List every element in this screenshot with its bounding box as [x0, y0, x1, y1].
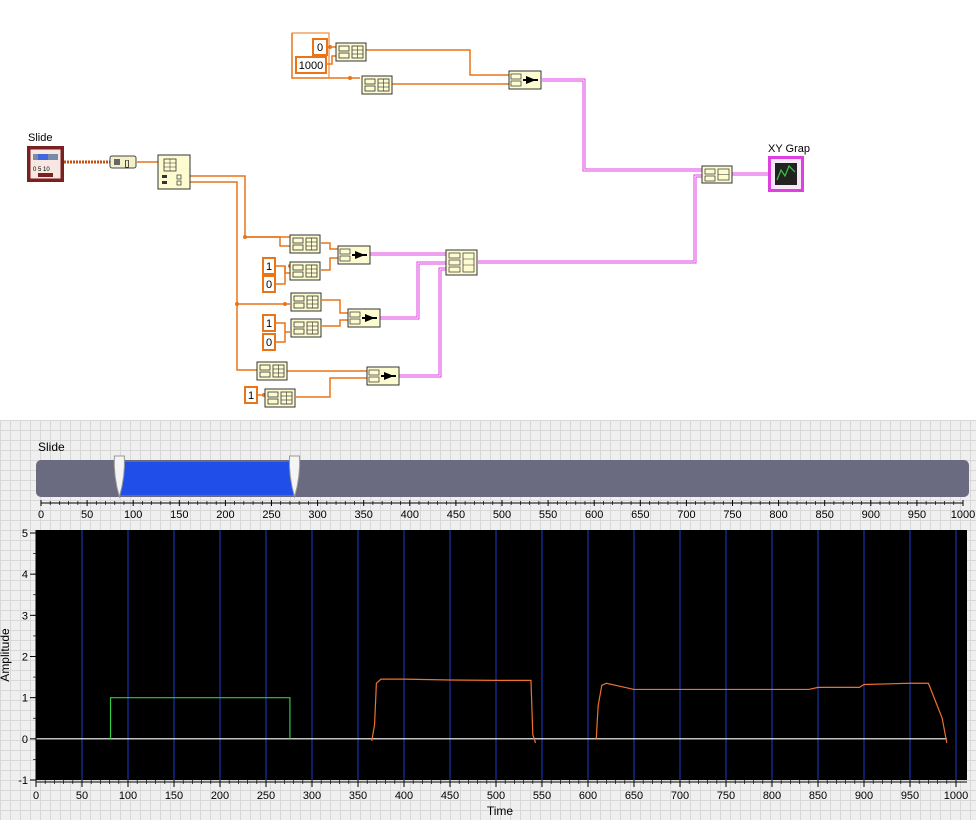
slide-label: Slide	[38, 440, 65, 454]
x-tick-label: 600	[579, 790, 597, 802]
constant-0a: 0	[266, 279, 272, 291]
x-tick-label: 1000	[944, 790, 968, 802]
y-tick-label: 2	[22, 652, 28, 664]
front-panel-canvas: Slide 0 50 100 150 200 250 300 350 400 450 500 550 6…	[0, 440, 975, 818]
x-tick-label: 0	[33, 790, 39, 802]
constant-1c: 1	[248, 390, 254, 402]
y-tick-label: 3	[22, 610, 28, 622]
slide-tick-label: 350	[355, 509, 373, 521]
unbundle-node[interactable]	[157, 154, 191, 190]
x-tick-label: 900	[855, 790, 873, 802]
slide-tick-label: 200	[216, 509, 234, 521]
slide-tick-label: 100	[124, 509, 142, 521]
slide-tick-label: 450	[447, 509, 465, 521]
svg-text:[]: []	[125, 159, 129, 168]
slide-tick-label: 1000	[951, 509, 975, 521]
y-tick-label: -1	[18, 775, 28, 787]
constant-1a: 1	[266, 261, 272, 273]
x-tick-label: 800	[763, 790, 781, 802]
x-tick-label: 50	[76, 790, 88, 802]
constant-0b: 0	[266, 337, 272, 349]
constant-1000: 1000	[299, 60, 323, 72]
x-tick-label: 350	[349, 790, 367, 802]
y-tick-label: 0	[22, 734, 28, 746]
xy-graph-terminal[interactable]	[768, 156, 804, 192]
y-tick-label: 4	[22, 569, 28, 581]
slide-tick-label: 850	[816, 509, 834, 521]
slide-tick-label: 800	[769, 509, 787, 521]
xy-graph-terminal-label: XY Grap	[768, 143, 810, 155]
y-tick-label: 5	[22, 528, 28, 540]
slide-tick-label: 250	[262, 509, 280, 521]
x-tick-label: 400	[395, 790, 413, 802]
x-tick-label: 200	[211, 790, 229, 802]
x-tick-label: 500	[487, 790, 505, 802]
x-tick-label: 700	[671, 790, 689, 802]
x-tick-label: 450	[441, 790, 459, 802]
plot-area[interactable]	[36, 530, 967, 780]
slide-tick-label: 0	[38, 509, 44, 521]
slide-tick-label: 950	[908, 509, 926, 521]
slide-tick-label: 300	[308, 509, 326, 521]
cluster-wires	[370, 78, 768, 378]
xy-graph[interactable]: -10123450 50 100 150 200 250 300 350 400 450 500 55…	[0, 528, 968, 818]
slide-tick-label: 650	[631, 509, 649, 521]
slide-control[interactable]: 0 50 100 150 200 250 300 350 400 450 500 550 600 650 7…	[36, 455, 975, 521]
slide-tick-label: 600	[585, 509, 603, 521]
x-tick-label: 100	[119, 790, 137, 802]
orange-wires	[190, 33, 510, 398]
cluster-wire-cores	[370, 79, 768, 377]
constant-1b: 1	[266, 318, 272, 330]
xy-bundle-node[interactable]	[701, 165, 733, 184]
slide-tick-label: 400	[401, 509, 419, 521]
x-tick-label: 250	[257, 790, 275, 802]
x-tick-label: 550	[533, 790, 551, 802]
x-tick-label: 850	[809, 790, 827, 802]
x-tick-label: 950	[901, 790, 919, 802]
bundle-nodes[interactable]	[256, 42, 393, 408]
front-panel: Slide 0 50 100 150 200 250 300 350 400 450 500 550 6…	[0, 420, 976, 820]
slide-tick-label: 750	[723, 509, 741, 521]
slide-tick-label: 150	[170, 509, 188, 521]
slide-tick-label: 500	[493, 509, 511, 521]
type-cast-node[interactable]: []	[109, 155, 137, 169]
slide-terminal-label: Slide	[28, 132, 52, 144]
slide-tick-label: 900	[862, 509, 880, 521]
numeric-constants: 0 1000 1 0 1 0 1	[244, 38, 328, 404]
block-diagram: 0 1000 1 0 1 0 1 [] Slide 0 5 10 XY Grap	[0, 0, 976, 420]
x-tick-label: 300	[303, 790, 321, 802]
x-tick-label: 150	[165, 790, 183, 802]
block-diagram-canvas: 0 1000 1 0 1 0 1 [] Slide 0 5 10 XY Grap	[27, 32, 810, 408]
svg-text:0 5 10: 0 5 10	[33, 167, 50, 173]
slide-terminal[interactable]: 0 5 10	[27, 146, 64, 182]
wire-junctions	[235, 45, 352, 397]
slide-scale: 0 50 100 150 200 250 300 350 400 450 500 550 600 650 7…	[38, 500, 975, 521]
build-array-3[interactable]	[445, 249, 478, 276]
slide-tick-label: 50	[81, 509, 93, 521]
x-axis-label: Time	[487, 804, 514, 818]
y-tick-label: 1	[22, 693, 28, 705]
x-tick-label: 750	[717, 790, 735, 802]
slide-tick-label: 550	[539, 509, 557, 521]
slide-tick-label: 700	[677, 509, 695, 521]
constant-0: 0	[317, 42, 323, 54]
x-tick-label: 650	[625, 790, 643, 802]
slide-range-fill	[119, 462, 295, 495]
y-axis-label: Amplitude	[0, 628, 12, 682]
